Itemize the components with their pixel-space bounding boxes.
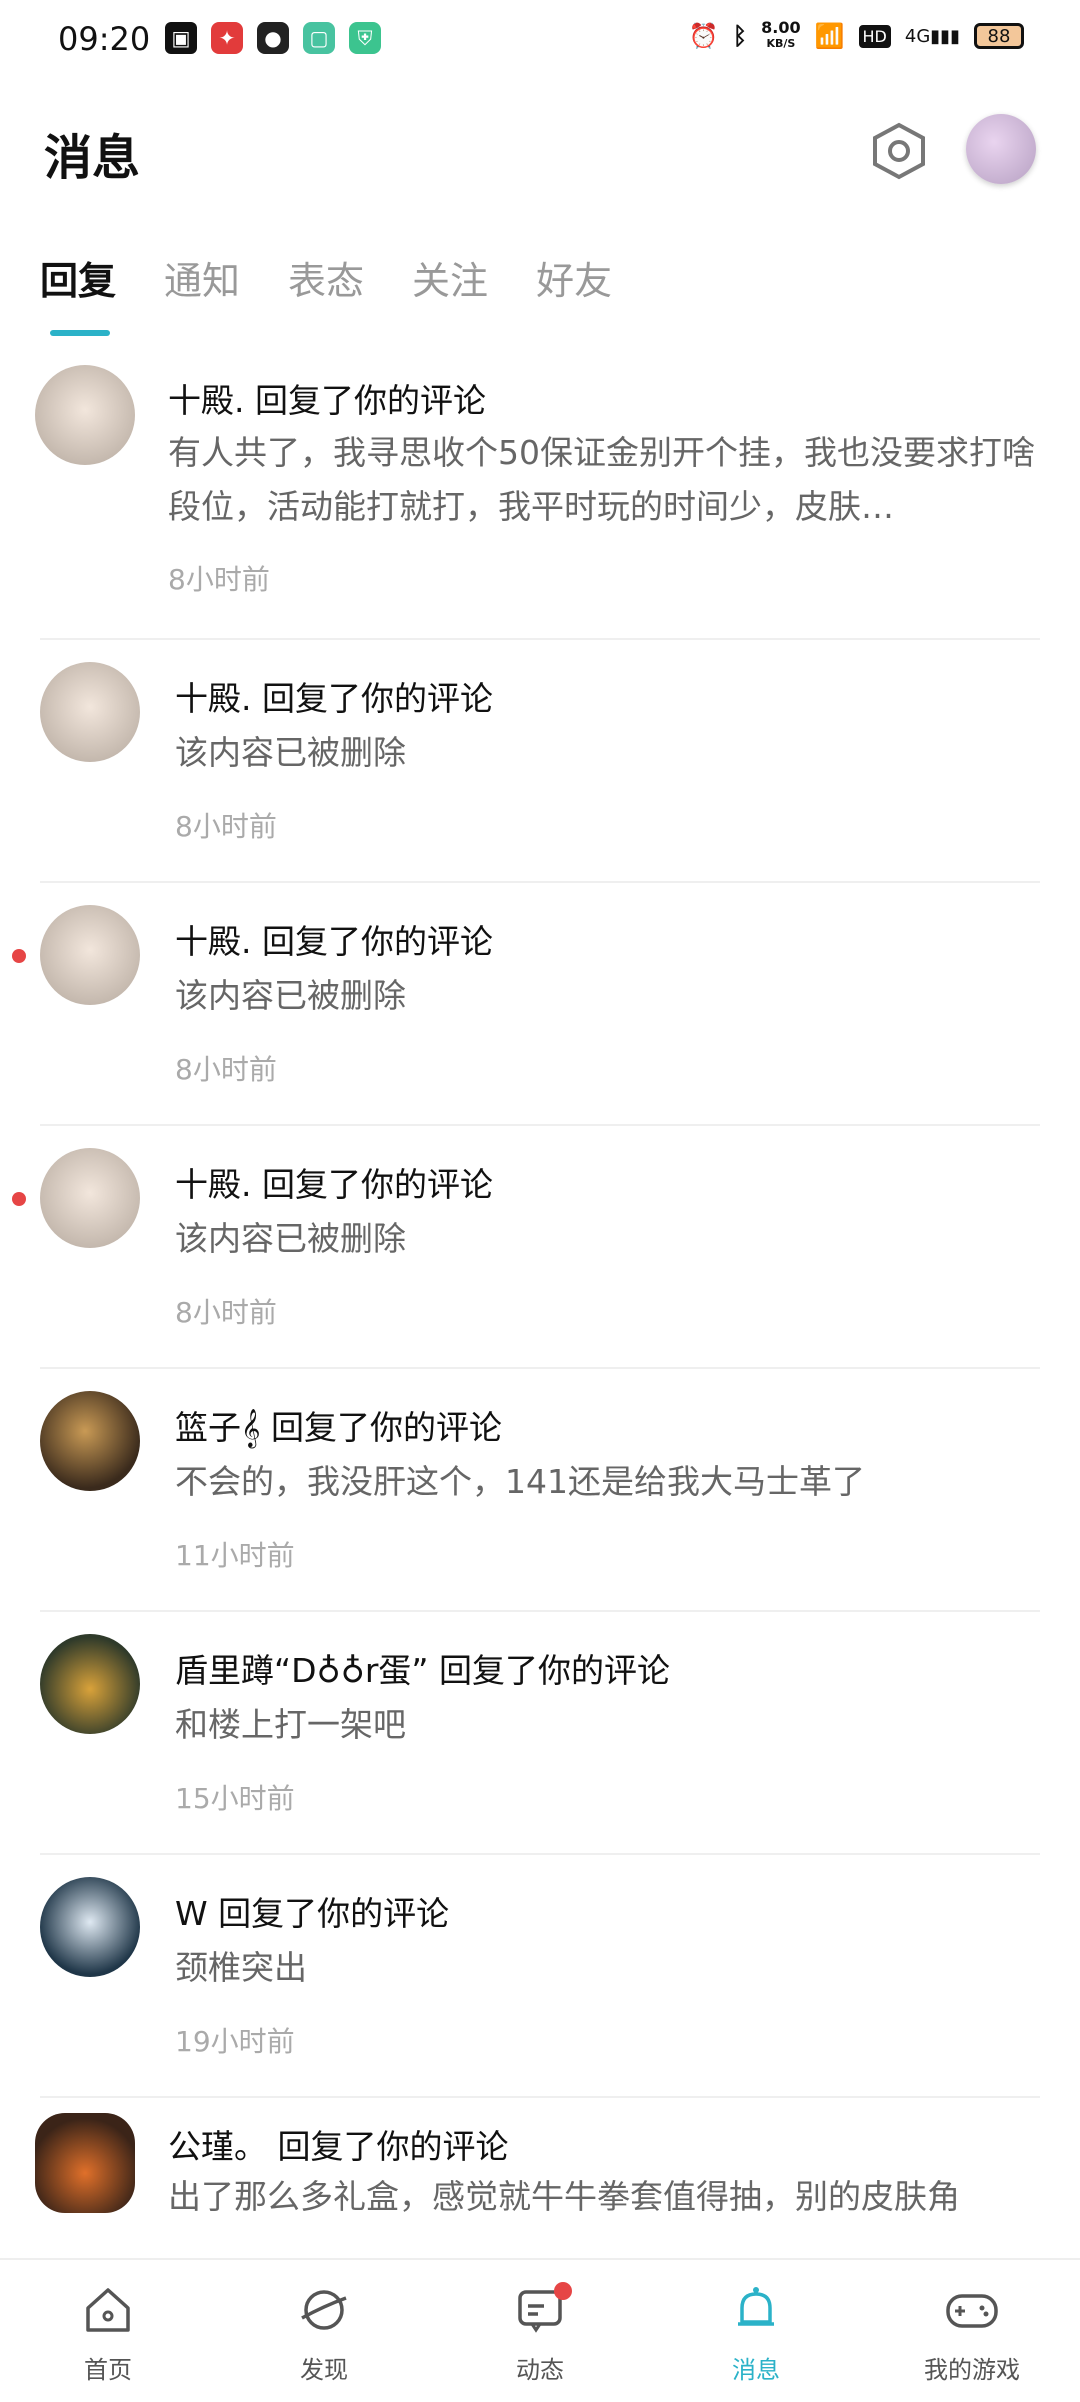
message-title: 十殿. 回复了你的评论 <box>175 1165 493 1204</box>
message-item[interactable]: W 回复了你的评论 颈椎突出 19小时前 <box>0 1855 1080 2098</box>
message-item[interactable]: 十殿. 回复了你的评论 该内容已被删除 8小时前 <box>0 883 1080 1126</box>
message-list: 十殿. 回复了你的评论 有人共了，我寻思收个50保证金别开个挂，我也没要求打啥段… <box>0 350 1080 2341</box>
message-content: 有人共了，我寻思收个50保证金别开个挂，我也没要求打啥段位，活动能打就打，我平时… <box>168 433 1035 526</box>
message-content: 该内容已被删除 <box>175 733 406 772</box>
message-content: 该内容已被删除 <box>175 1219 406 1258</box>
nav-label: 消息 <box>732 2356 780 2384</box>
network-speed: 8.00 KB/S <box>761 20 800 52</box>
status-app-icons: ▣ ✦ ● ▢ ⛨ <box>165 22 381 54</box>
tab-notice[interactable]: 通知 <box>164 250 240 305</box>
message-title: 盾里蹲“D♁♁r蛋” 回复了你的评论 <box>175 1651 670 1690</box>
user-avatar[interactable] <box>40 1148 140 1248</box>
green-app-icon: ▢ <box>303 22 335 54</box>
message-item[interactable]: 十殿. 回复了你的评论 该内容已被删除 8小时前 <box>0 1126 1080 1369</box>
alarm-icon: ⏰ <box>688 22 719 50</box>
status-bar: 09:20 ▣ ✦ ● ▢ ⛨ ⏰ ᛒ 8.00 KB/S 📶 HD 4G▮▮▮… <box>0 0 1080 80</box>
message-content: 和楼上打一架吧 <box>175 1705 406 1744</box>
user-avatar[interactable] <box>40 1391 140 1491</box>
message-time: 8小时前 <box>175 810 277 843</box>
unread-dot <box>12 1192 26 1206</box>
discover-icon <box>296 2282 352 2338</box>
message-title: 公瑾。 回复了你的评论 <box>168 2127 509 2166</box>
nav-messages[interactable]: 消息 <box>648 2260 864 2402</box>
nav-label: 首页 <box>84 2356 132 2384</box>
message-content: 不会的，我没肝这个，141还是给我大马士革了 <box>175 1462 865 1501</box>
user-avatar[interactable] <box>35 365 135 465</box>
message-time: 15小时前 <box>175 1782 295 1815</box>
notification-badge <box>554 2282 572 2300</box>
message-item[interactable]: 篮子𝄞 回复了你的评论 不会的，我没肝这个，141还是给我大马士革了 11小时前 <box>0 1369 1080 1612</box>
nav-my-games[interactable]: 我的游戏 <box>864 2260 1080 2402</box>
tab-active-indicator <box>50 330 110 336</box>
speed-value: 8.00 <box>761 18 801 37</box>
battery-icon: 88 <box>974 23 1024 49</box>
shield-app-icon: ⛨ <box>349 22 381 54</box>
message-content: 颈椎突出 <box>175 1948 307 1987</box>
message-time: 8小时前 <box>175 1296 277 1329</box>
status-time: 09:20 <box>58 20 151 58</box>
bluetooth-icon: ᛒ <box>732 22 748 50</box>
message-time: 8小时前 <box>175 1053 277 1086</box>
wifi-icon: 📶 <box>814 22 845 50</box>
message-time: 8小时前 <box>168 563 270 596</box>
message-time: 19小时前 <box>175 2025 295 2058</box>
user-avatar[interactable] <box>40 905 140 1005</box>
signal-icon: 4G▮▮▮ <box>904 25 960 47</box>
user-avatar[interactable] <box>40 1877 140 1977</box>
tab-reaction[interactable]: 表态 <box>288 250 364 305</box>
battery-level: 88 <box>987 25 1011 47</box>
message-title: 十殿. 回复了你的评论 <box>168 381 486 420</box>
speed-unit: KB/S <box>766 37 796 50</box>
message-time: 11小时前 <box>175 1539 295 1572</box>
tab-reply[interactable]: 回复 <box>40 250 116 305</box>
page-title: 消息 <box>44 130 141 186</box>
wechat-icon: ● <box>257 22 289 54</box>
tv-app-icon: ▣ <box>165 22 197 54</box>
tab-friends[interactable]: 好友 <box>536 250 612 305</box>
red-app-icon: ✦ <box>211 22 243 54</box>
nav-label: 发现 <box>300 2356 348 2384</box>
message-title: W 回复了你的评论 <box>175 1894 450 1933</box>
settings-hex-icon <box>873 122 925 180</box>
message-title: 十殿. 回复了你的评论 <box>175 922 493 961</box>
network-type: 4G <box>904 25 931 47</box>
message-title: 篮子𝄞 回复了你的评论 <box>175 1408 502 1447</box>
message-title: 十殿. 回复了你的评论 <box>175 679 493 718</box>
gamepad-icon <box>944 2282 1000 2338</box>
user-avatar[interactable] <box>40 662 140 762</box>
unread-dot <box>12 949 26 963</box>
user-avatar[interactable] <box>40 1634 140 1734</box>
nav-home[interactable]: 首页 <box>0 2260 216 2402</box>
bell-icon <box>728 2282 784 2338</box>
settings-button[interactable] <box>866 118 932 184</box>
message-tabs: 回复 通知 表态 关注 好友 <box>40 250 612 305</box>
nav-label: 我的游戏 <box>924 2356 1020 2384</box>
nav-feed[interactable]: 动态 <box>432 2260 648 2402</box>
message-item[interactable]: 盾里蹲“D♁♁r蛋” 回复了你的评论 和楼上打一架吧 15小时前 <box>0 1612 1080 1855</box>
message-content: 出了那么多礼盒，感觉就牛牛拳套值得抽，别的皮肤角 <box>168 2177 960 2216</box>
status-right: ⏰ ᛒ 8.00 KB/S 📶 HD 4G▮▮▮ 88 <box>689 20 1024 52</box>
my-avatar[interactable] <box>966 114 1036 184</box>
home-icon <box>80 2282 136 2338</box>
bottom-nav: 首页 发现 动态 消息 我的游戏 <box>0 2258 1080 2402</box>
hd-badge: HD <box>858 24 891 48</box>
message-item[interactable]: 十殿. 回复了你的评论 该内容已被删除 8小时前 <box>0 640 1080 883</box>
message-content: 该内容已被删除 <box>175 976 406 1015</box>
nav-label: 动态 <box>516 2356 564 2384</box>
tab-follow[interactable]: 关注 <box>412 250 488 305</box>
message-item[interactable]: 十殿. 回复了你的评论 有人共了，我寻思收个50保证金别开个挂，我也没要求打啥段… <box>0 350 1080 640</box>
nav-discover[interactable]: 发现 <box>216 2260 432 2402</box>
user-avatar[interactable] <box>35 2113 135 2213</box>
